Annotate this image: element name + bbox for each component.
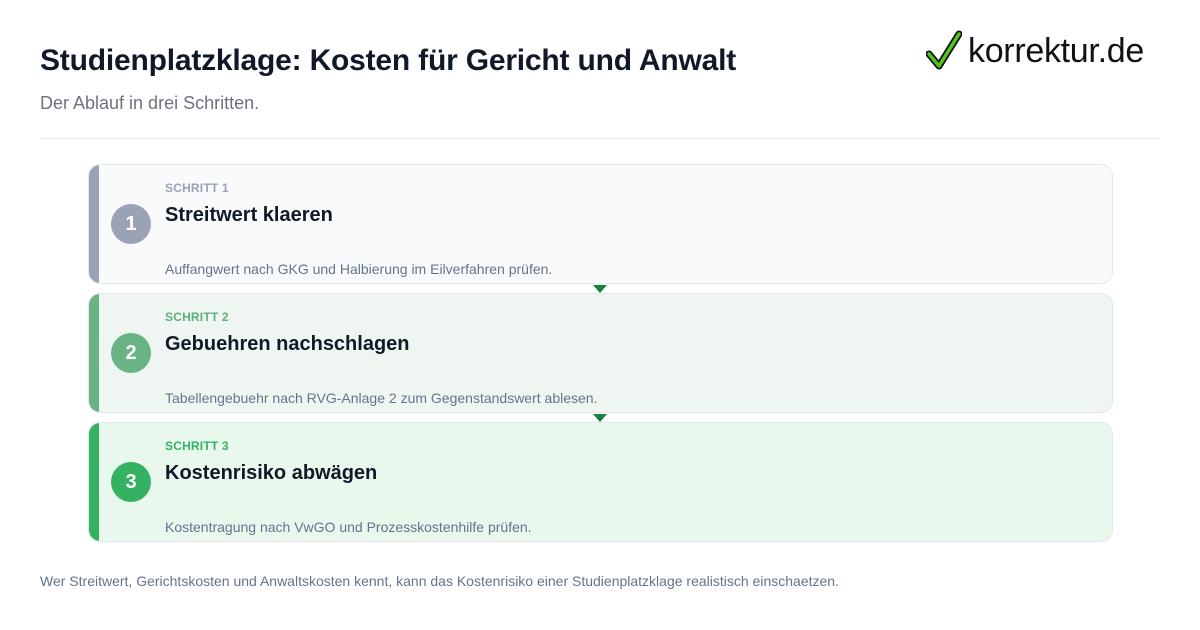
step-card-3: 3 SCHRITT 3 Kostenrisiko abwägen Kostent… xyxy=(88,422,1113,542)
header-divider xyxy=(40,138,1160,139)
checkmark-icon xyxy=(926,30,962,70)
step-accent-bar xyxy=(89,423,99,541)
logo-text: korrektur.de xyxy=(968,32,1144,70)
step-label: SCHRITT 2 xyxy=(165,310,229,324)
connector-arrow-down-icon xyxy=(593,285,607,293)
step-number-badge: 2 xyxy=(111,333,151,373)
footer-note: Wer Streitwert, Gerichtskosten und Anwal… xyxy=(40,573,839,589)
step-card-2: 2 SCHRITT 2 Gebuehren nachschlagen Tabel… xyxy=(88,293,1113,413)
step-number-badge: 1 xyxy=(111,204,151,244)
step-label: SCHRITT 1 xyxy=(165,181,229,195)
step-accent-bar xyxy=(89,294,99,412)
step-number-badge: 3 xyxy=(111,462,151,502)
step-accent-bar xyxy=(89,165,99,283)
page-subtitle: Der Ablauf in drei Schritten. xyxy=(40,93,260,113)
connector-arrow-down-icon xyxy=(593,414,607,422)
step-heading: Kostenrisiko abwägen xyxy=(165,462,378,484)
step-heading: Streitwert klaeren xyxy=(165,204,333,226)
step-card-1: 1 SCHRITT 1 Streitwert klaeren Auffangwe… xyxy=(88,164,1113,284)
logo[interactable]: korrektur.de xyxy=(926,30,1144,72)
step-description: Tabellengebuehr nach RVG-Anlage 2 zum Ge… xyxy=(165,390,598,406)
step-description: Auffangwert nach GKG und Halbierung im E… xyxy=(165,261,553,277)
page-title: Studienplatzklage: Kosten für Gericht un… xyxy=(40,44,737,77)
step-description: Kostentragung nach VwGO und Prozesskoste… xyxy=(165,519,532,535)
step-heading: Gebuehren nachschlagen xyxy=(165,333,410,355)
step-label: SCHRITT 3 xyxy=(165,439,229,453)
